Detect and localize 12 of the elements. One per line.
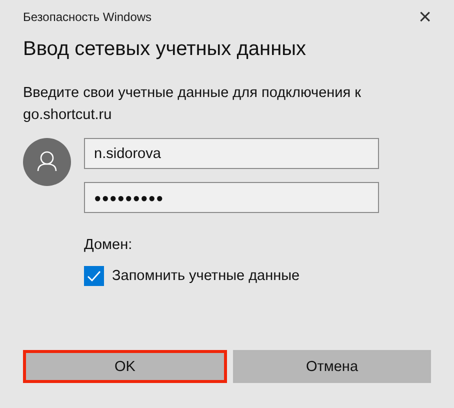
window-title: Безопасность Windows (23, 10, 152, 24)
remember-label: Запомнить учетные данные (112, 268, 300, 284)
password-field[interactable]: ●●●●●●●●● (84, 182, 379, 213)
user-avatar-icon (23, 138, 71, 186)
remember-checkbox[interactable] (84, 266, 104, 286)
ok-button[interactable]: OK (23, 350, 227, 383)
cancel-button[interactable]: Отмена (233, 350, 431, 383)
dialog-heading: Ввод сетевых учетных данных (23, 37, 307, 62)
close-button[interactable]: × (411, 5, 439, 29)
domain-label: Домен: (84, 237, 134, 253)
message-text: Введите свои учетные данные для подключения к go.shortcut.ru (23, 84, 362, 125)
username-field[interactable]: n.sidorova (84, 138, 379, 169)
